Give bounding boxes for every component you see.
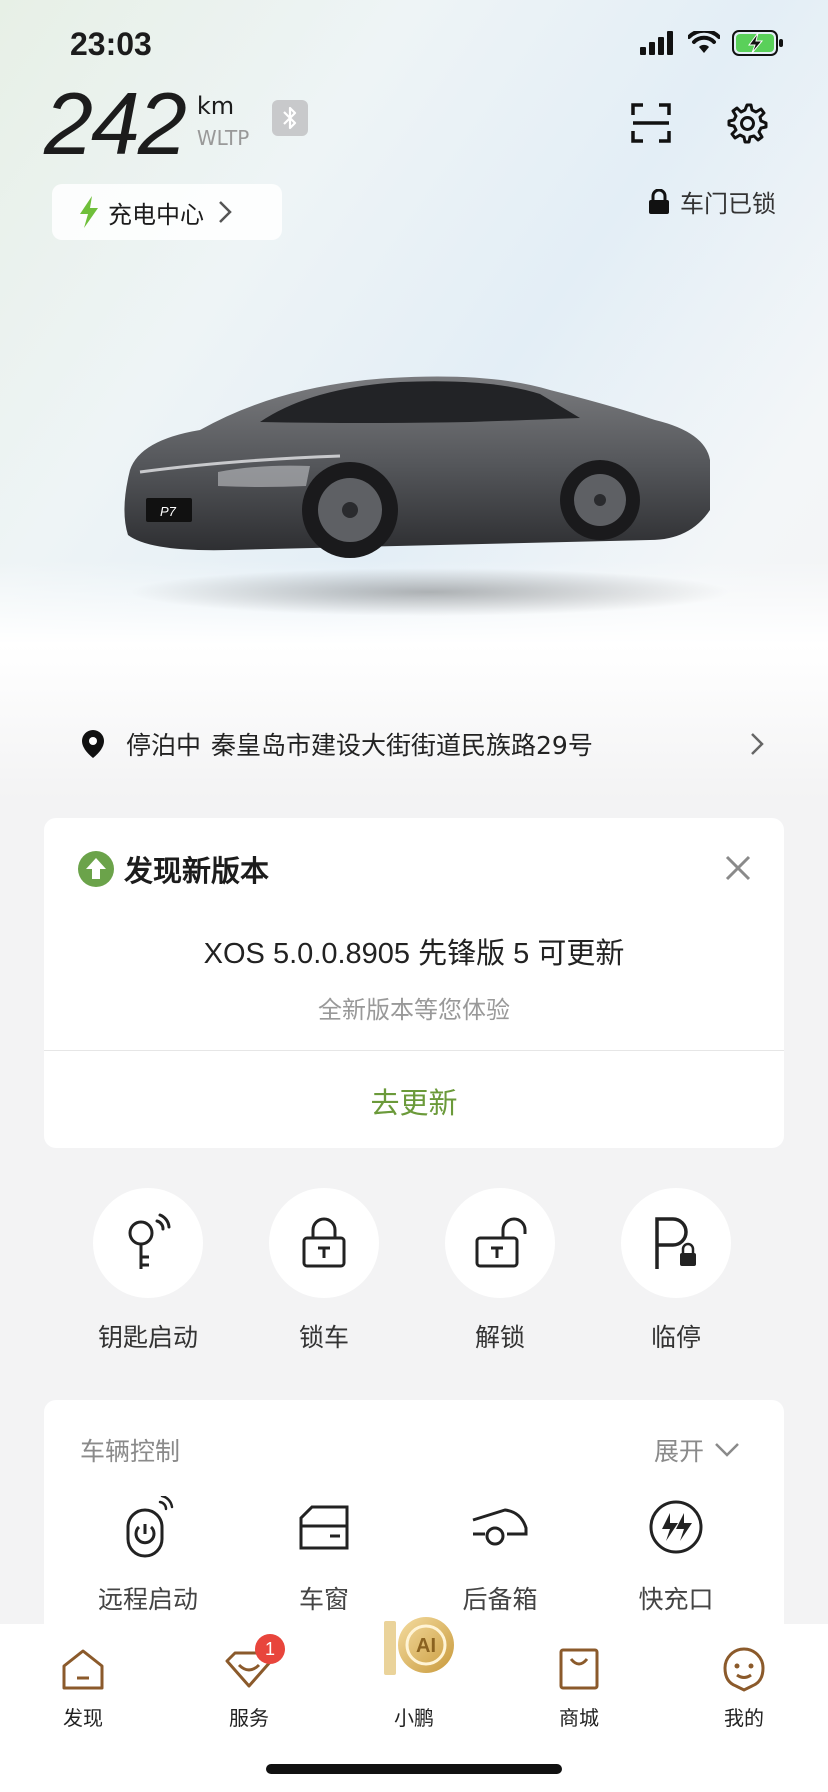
range-display: 242 km WLTP xyxy=(44,80,249,168)
vehicle-control-trunk[interactable]: 后备箱 xyxy=(412,1492,588,1616)
battery-charging-icon xyxy=(732,30,783,56)
tab-label: 我的 xyxy=(724,1706,764,1730)
chevron-down-icon xyxy=(715,1443,739,1457)
close-icon[interactable] xyxy=(722,852,754,884)
vehicle-control-remote-start[interactable]: 远程启动 xyxy=(60,1492,236,1616)
tab-label: 商城 xyxy=(559,1706,599,1730)
range-standard: WLTP xyxy=(196,126,250,150)
mall-icon xyxy=(559,1648,599,1690)
gear-icon xyxy=(727,103,768,144)
unlock-icon xyxy=(475,1217,527,1268)
quick-action-label: 钥匙启动 xyxy=(97,1323,198,1352)
quick-action-circle xyxy=(269,1188,379,1298)
update-subtitle: 全新版本等您体验 xyxy=(318,996,510,1024)
cellular-signal-icon xyxy=(640,31,673,55)
quick-action-circle xyxy=(445,1188,555,1298)
scan-button[interactable] xyxy=(628,100,674,146)
range-unit: km xyxy=(196,92,235,120)
charge-center-label: 充电中心 xyxy=(108,200,204,229)
upgrade-arrow-icon xyxy=(78,851,114,887)
lock-icon xyxy=(302,1217,346,1268)
quick-action-label: 解锁 xyxy=(474,1323,525,1352)
divider xyxy=(44,1050,784,1051)
expand-button[interactable]: 展开 xyxy=(654,1432,740,1468)
tab-profile[interactable]: 我的 xyxy=(684,1642,804,1731)
door-status: 车门已锁 xyxy=(648,184,776,219)
lock-icon xyxy=(649,188,669,214)
quick-action-label: 锁车 xyxy=(298,1323,349,1352)
vehicle-control-window[interactable]: 车窗 xyxy=(236,1492,412,1616)
car-image: P7 xyxy=(124,376,730,616)
tab-service[interactable]: 1 服务 xyxy=(189,1634,309,1731)
quick-action-key-start[interactable]: 钥匙启动 xyxy=(60,1188,236,1354)
update-version: XOS 5.0.0.8905 先锋版 5 可更新 xyxy=(203,938,625,970)
update-now-button[interactable]: 去更新 xyxy=(44,1080,784,1122)
vehicle-control-label: 快充口 xyxy=(638,1585,714,1614)
tab-label: 服务 xyxy=(229,1706,269,1730)
ai-logo-text: AI xyxy=(416,1635,436,1657)
range-units: km WLTP xyxy=(197,92,249,150)
vehicle-control-label: 车窗 xyxy=(298,1585,349,1614)
key-start-icon xyxy=(128,1213,171,1269)
temp-parking-icon xyxy=(655,1217,696,1269)
chevron-right-icon xyxy=(751,733,764,755)
quick-action-temp-parking[interactable]: 临停 xyxy=(588,1188,764,1354)
home-indicator[interactable] xyxy=(266,1764,562,1774)
notification-badge: 1 xyxy=(255,1634,285,1664)
tab-label: 发现 xyxy=(63,1706,103,1730)
update-title: 发现新版本 xyxy=(124,854,270,888)
trunk-icon xyxy=(472,1508,528,1546)
update-card: 发现新版本 XOS 5.0.0.8905 先锋版 5 可更新 全新版本等您体验 … xyxy=(44,818,784,1148)
expand-label: 展开 xyxy=(653,1437,704,1466)
window-icon xyxy=(299,1505,349,1550)
bottom-tab-bar: 发现 1 服务 AI 小鹏 商城 我的 xyxy=(0,1617,828,1792)
tab-discover[interactable]: 发现 xyxy=(23,1642,143,1731)
vehicle-control-fast-charge-port[interactable]: 快充口 xyxy=(588,1492,764,1616)
range-value: 242 xyxy=(44,74,187,173)
remote-start-icon xyxy=(126,1496,174,1558)
settings-button[interactable] xyxy=(724,100,770,146)
parking-location[interactable]: 停泊中 秦皇岛市建设大街街道民族路29号 xyxy=(44,696,784,792)
status-icons xyxy=(640,30,784,56)
fast-charge-port-icon xyxy=(649,1500,703,1554)
vehicle-control-label: 后备箱 xyxy=(462,1585,538,1614)
tab-mall[interactable]: 商城 xyxy=(519,1642,639,1731)
parking-address: 秦皇岛市建设大街街道民族路29号 xyxy=(211,731,593,760)
bluetooth-icon[interactable] xyxy=(272,100,308,136)
svg-text:P7: P7 xyxy=(160,504,177,519)
quick-action-circle xyxy=(93,1188,203,1298)
status-time: 23:03 xyxy=(70,26,152,62)
charge-center-button[interactable]: 充电中心 xyxy=(52,184,282,240)
quick-action-label: 临停 xyxy=(650,1323,701,1352)
quick-action-unlock[interactable]: 解锁 xyxy=(412,1188,588,1354)
update-header: 发现新版本 xyxy=(78,848,269,890)
vehicle-control-title: 车辆控制 xyxy=(80,1437,181,1466)
vehicle-control-label: 远程启动 xyxy=(97,1585,198,1614)
discover-icon xyxy=(62,1649,104,1690)
xpeng-ai-icon: AI xyxy=(384,1617,454,1675)
profile-icon xyxy=(723,1647,765,1692)
chevron-right-icon xyxy=(219,201,232,223)
parking-status: 停泊中 xyxy=(126,731,202,760)
quick-actions: 钥匙启动 锁车 解锁 临停 xyxy=(44,1188,784,1358)
location-pin-icon xyxy=(82,730,104,758)
vehicle-control-card: 车辆控制 展开 远程启动 车窗 后备箱 快充口 xyxy=(44,1400,784,1640)
wifi-icon xyxy=(688,31,720,53)
scan-icon xyxy=(631,103,671,143)
tab-label: 小鹏 xyxy=(394,1706,434,1730)
tab-xpeng[interactable]: AI 小鹏 xyxy=(354,1617,474,1731)
quick-action-circle xyxy=(621,1188,731,1298)
door-status-label: 车门已锁 xyxy=(680,190,776,218)
lightning-icon xyxy=(80,196,98,228)
quick-action-lock[interactable]: 锁车 xyxy=(236,1188,412,1354)
